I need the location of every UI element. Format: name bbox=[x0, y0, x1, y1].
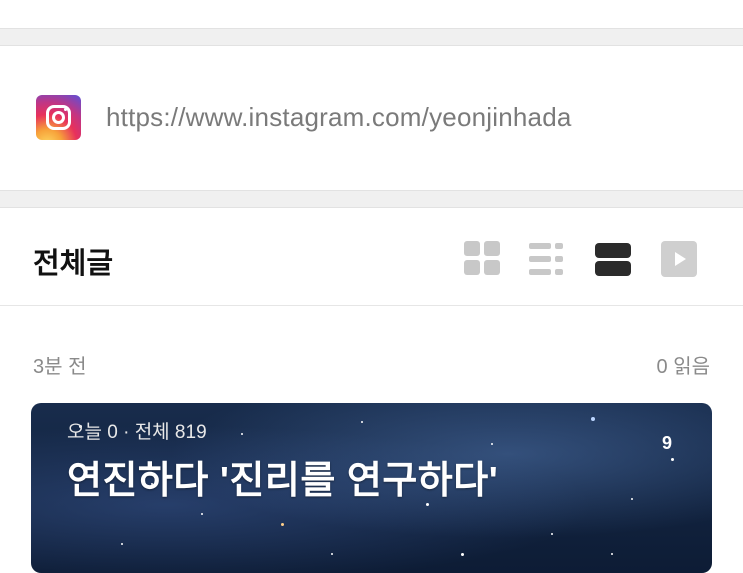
divider bbox=[0, 305, 743, 306]
card-view-icon[interactable] bbox=[595, 241, 631, 277]
post-cover-image[interactable]: 오늘 0 · 전체 819 연진하다 '진리를 연구하다' 9 bbox=[31, 403, 712, 573]
section-separator-top bbox=[0, 28, 743, 46]
cover-badge: 9 bbox=[661, 433, 672, 453]
instagram-link[interactable]: https://www.instagram.com/yeonjinhada bbox=[36, 92, 572, 142]
list-view-icon[interactable] bbox=[529, 241, 565, 277]
video-view-icon[interactable] bbox=[661, 241, 697, 277]
blog-cover-title: 연진하다 '진리를 연구하다' bbox=[67, 460, 499, 502]
post-read-count: 0 읽음 bbox=[656, 356, 710, 378]
section-title: 전체글 bbox=[33, 248, 114, 280]
blog-visit-stats: 오늘 0 · 전체 819 bbox=[67, 422, 207, 443]
instagram-url[interactable]: https://www.instagram.com/yeonjinhada bbox=[106, 102, 572, 133]
instagram-icon bbox=[36, 94, 81, 140]
post-time: 3분 전 bbox=[33, 356, 87, 378]
section-separator-middle bbox=[0, 190, 743, 208]
grid-view-icon[interactable] bbox=[464, 241, 500, 277]
